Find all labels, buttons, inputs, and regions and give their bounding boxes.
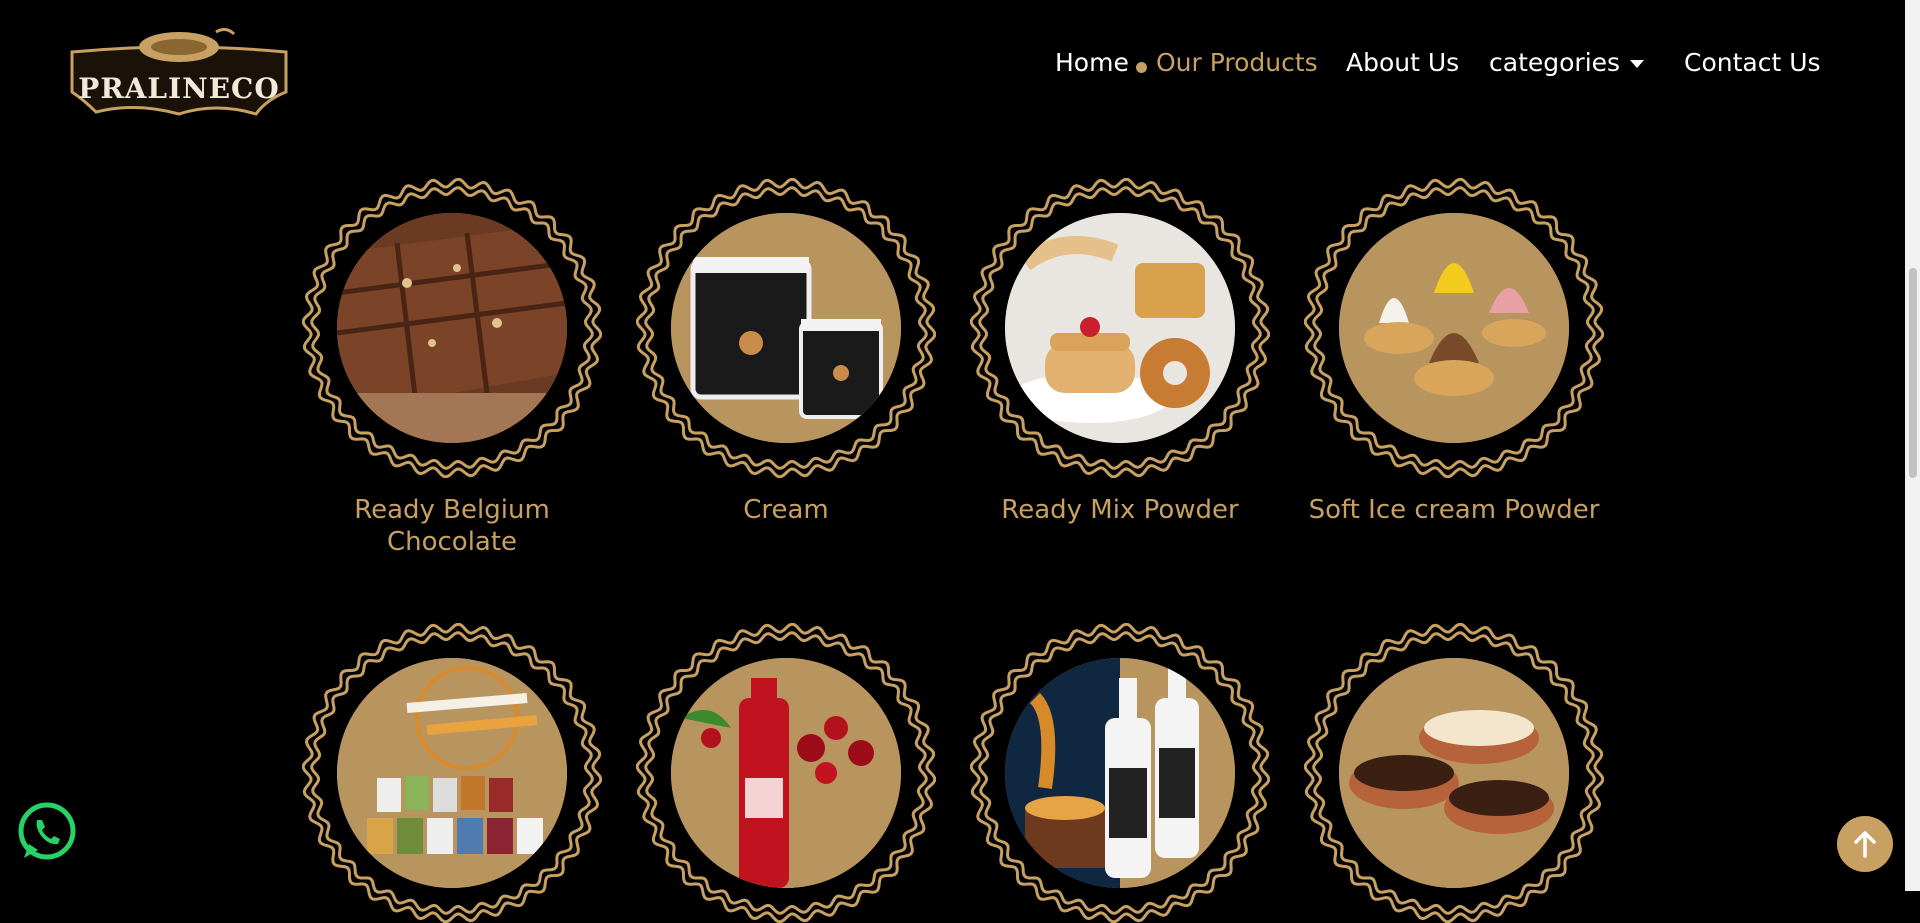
cream-tubs-image [671, 213, 901, 443]
chocolate-bar-image [337, 213, 567, 443]
nav-about-us[interactable]: About Us [1346, 48, 1459, 77]
nav-our-products[interactable]: Our Products [1156, 48, 1318, 77]
active-nav-indicator [1136, 62, 1147, 73]
pralineco-logo[interactable]: PRALINECO [66, 22, 292, 118]
product-label: Ready Belgium Chocolate [302, 494, 602, 558]
product-label: Cream [743, 495, 829, 525]
cherry-syrup-bottle-image [671, 658, 901, 888]
back-to-top-button[interactable] [1837, 816, 1893, 872]
caret-down-icon [1630, 60, 1645, 68]
page-scrollbar[interactable] [1905, 0, 1920, 891]
nav-categories-dropdown[interactable]: categories [1489, 48, 1645, 77]
sauce-bottles-image [1005, 658, 1235, 888]
chocolate-chips-bowls-image [1339, 658, 1569, 888]
site-header: PRALINECO Home Our Products About Us cat… [0, 0, 1905, 130]
whatsapp-icon[interactable] [16, 800, 78, 862]
nav-categories-label: categories [1489, 48, 1621, 77]
pancakes-waffles-image [1005, 213, 1235, 443]
arrow-up-icon [1854, 831, 1876, 858]
product-label-line-1: Ready Belgium [354, 495, 550, 525]
nav-contact-us[interactable]: Contact Us [1684, 48, 1821, 77]
soft-serve-ice-cream-image [1339, 213, 1569, 443]
wafer-truffles-cans-image [337, 658, 567, 888]
product-label: Ready Mix Powder [1001, 495, 1239, 525]
scrollbar-thumb[interactable] [1909, 268, 1917, 478]
product-label-line-2: Chocolate [386, 527, 518, 557]
logo-wordmark: PRALINECO [78, 72, 280, 105]
nav-home[interactable]: Home [1055, 48, 1129, 77]
product-label: Soft Ice cream Powder [1308, 495, 1600, 525]
